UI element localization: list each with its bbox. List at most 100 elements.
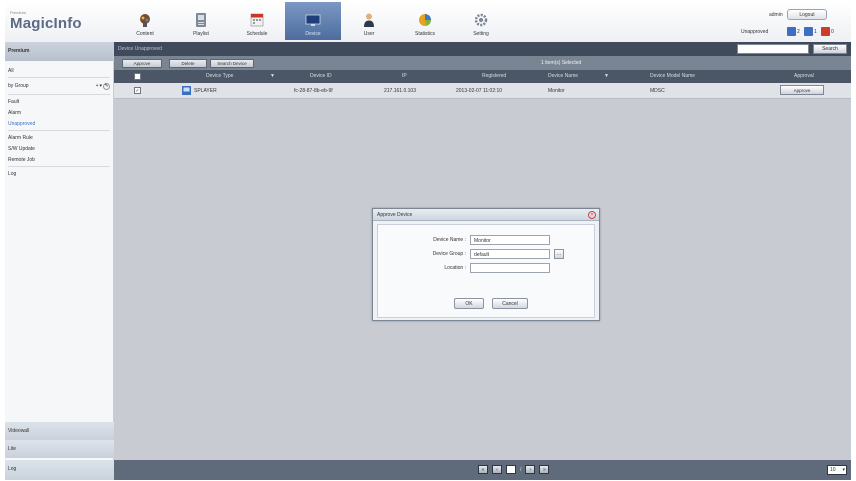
approve-button[interactable]: Approve (122, 59, 162, 68)
page-number-input[interactable] (506, 465, 516, 474)
logout-button[interactable]: Logout (787, 9, 827, 20)
cancel-button[interactable]: Cancel (492, 298, 528, 309)
count-value: 1 (814, 28, 817, 35)
add-icon[interactable]: + (96, 83, 99, 89)
user-box: admin Logout Unapproved 2 1 0 (741, 8, 841, 40)
device-icon (305, 12, 321, 28)
column-approval[interactable]: Approval (794, 73, 814, 79)
pagination-bar: « ‹ / › » 10 ▾ (114, 460, 851, 480)
sidebar-item-by-group[interactable]: by Group + ▾ ✎ (5, 79, 113, 93)
sidebar: Premium All by Group + ▾ ✎ Fault Alarm U… (5, 42, 114, 480)
sidebar-item-alarm[interactable]: Alarm (5, 107, 113, 118)
search-bar: Device Unapproved Search (114, 42, 851, 56)
row-checkbox[interactable]: ✓ (134, 87, 141, 94)
column-registered[interactable]: Registered (482, 73, 506, 79)
monitor-icon (804, 27, 813, 36)
selection-count: 1 item(s) Selected (541, 60, 582, 66)
error-count-badge[interactable]: 0 (821, 27, 834, 36)
prev-page-icon[interactable]: ‹ (492, 465, 502, 474)
search-input[interactable] (737, 44, 809, 54)
chevron-down-icon[interactable]: ▾ (99, 83, 102, 89)
row-approve-button[interactable]: Approve (780, 85, 824, 95)
sort-icon[interactable]: ▼ (604, 73, 609, 79)
close-icon[interactable]: × (588, 211, 596, 219)
nav-content[interactable]: Content (117, 2, 173, 40)
sidebar-section-lite[interactable]: Lite (5, 440, 114, 458)
table-header: Device Type ▼ Device ID IP Registered De… (114, 70, 851, 83)
column-device-id[interactable]: Device ID (310, 73, 332, 79)
last-page-icon[interactable]: » (539, 465, 550, 474)
field-label: Device Name : (433, 237, 466, 243)
location-input[interactable] (470, 263, 550, 273)
pager: « ‹ / › » (478, 465, 550, 474)
device-name-input[interactable]: Monitor (470, 235, 550, 245)
nav-setting[interactable]: Setting (453, 2, 509, 40)
field-label: Location : (444, 265, 466, 271)
sidebar-item-unapproved[interactable]: Unapproved (5, 118, 113, 129)
playlist-icon (193, 12, 209, 28)
warning-count-badge[interactable]: 1 (804, 27, 817, 36)
main-nav: Content Playlist Schedule Device User St… (117, 2, 509, 42)
cell-device-id: fc-28-87-8b-eb-9f (294, 88, 333, 94)
nav-label: Statistics (414, 31, 435, 37)
search-button[interactable]: Search (813, 44, 847, 54)
table-row[interactable]: ✓ SPLAYER fc-28-87-8b-eb-9f 217.161.0.10… (114, 83, 851, 99)
nav-user[interactable]: User (341, 2, 397, 40)
unapproved-label: Unapproved (741, 29, 769, 35)
player-icon (182, 86, 191, 97)
search-device-button[interactable]: Search Device (210, 59, 254, 68)
edit-icon[interactable]: ✎ (103, 82, 110, 90)
device-group-input[interactable]: default (470, 249, 550, 259)
dialog-title: Approve Device (373, 209, 599, 221)
column-device-model-name[interactable]: Device Model Name (650, 73, 695, 79)
column-device-name[interactable]: Device Name (548, 73, 578, 79)
app-logo: Premium MagicInfo (10, 10, 82, 32)
sidebar-item-log[interactable]: Log (5, 168, 113, 179)
sort-icon[interactable]: ▼ (270, 73, 275, 79)
column-device-type[interactable]: Device Type (206, 73, 233, 79)
divider (8, 130, 110, 131)
sidebar-item-remote-job[interactable]: Remote Job (5, 154, 113, 165)
unapproved-count-badge[interactable]: 2 (787, 27, 800, 36)
page-separator: / (520, 466, 522, 473)
dialog-body: Device Name : Monitor Device Group : def… (377, 224, 595, 318)
ok-button[interactable]: OK (454, 298, 484, 309)
breadcrumb: Device Unapproved (118, 46, 162, 52)
sidebar-item-label: by Group (8, 83, 29, 89)
sidebar-section-log[interactable]: Log (5, 460, 114, 480)
sidebar-item-fault[interactable]: Fault (5, 96, 113, 107)
nav-device[interactable]: Device (285, 2, 341, 40)
sidebar-section-videowall[interactable]: Videowall (5, 422, 114, 440)
cell-ip: 217.161.0.103 (384, 88, 416, 94)
sidebar-item-alarm-rule[interactable]: Alarm Rule (5, 132, 113, 143)
next-page-icon[interactable]: › (525, 465, 536, 474)
cell-registered: 2013-02-07 11:02:10 (456, 88, 503, 94)
divider (8, 166, 110, 167)
user-icon (361, 12, 377, 28)
nav-statistics[interactable]: Statistics (397, 2, 453, 40)
nav-label: User (363, 31, 375, 37)
username: admin (769, 12, 783, 18)
sidebar-item-sw-update[interactable]: S/W Update (5, 143, 113, 154)
sidebar-header: Premium (5, 42, 113, 61)
page-size-value: 10 (830, 467, 836, 473)
page-size-select[interactable]: 10 ▾ (827, 465, 847, 475)
error-icon (821, 27, 830, 36)
nav-label: Content (136, 31, 154, 37)
browse-group-button[interactable]: … (554, 249, 564, 259)
nav-label: Schedule (246, 31, 268, 37)
nav-schedule[interactable]: Schedule (229, 2, 285, 40)
column-ip[interactable]: IP (402, 73, 407, 79)
divider (8, 94, 110, 95)
select-all-checkbox[interactable] (134, 73, 141, 80)
cell-device-name: Monitor (548, 88, 565, 94)
count-value: 0 (831, 28, 834, 35)
delete-button[interactable]: Delete (169, 59, 207, 68)
setting-icon (473, 12, 489, 28)
nav-label: Playlist (193, 31, 209, 37)
nav-playlist[interactable]: Playlist (173, 2, 229, 40)
field-device-name: Device Name : Monitor (378, 234, 596, 246)
approve-device-dialog: Approve Device × Device Name : Monitor D… (372, 208, 600, 321)
sidebar-item-all[interactable]: All (5, 65, 113, 76)
first-page-icon[interactable]: « (478, 465, 488, 474)
